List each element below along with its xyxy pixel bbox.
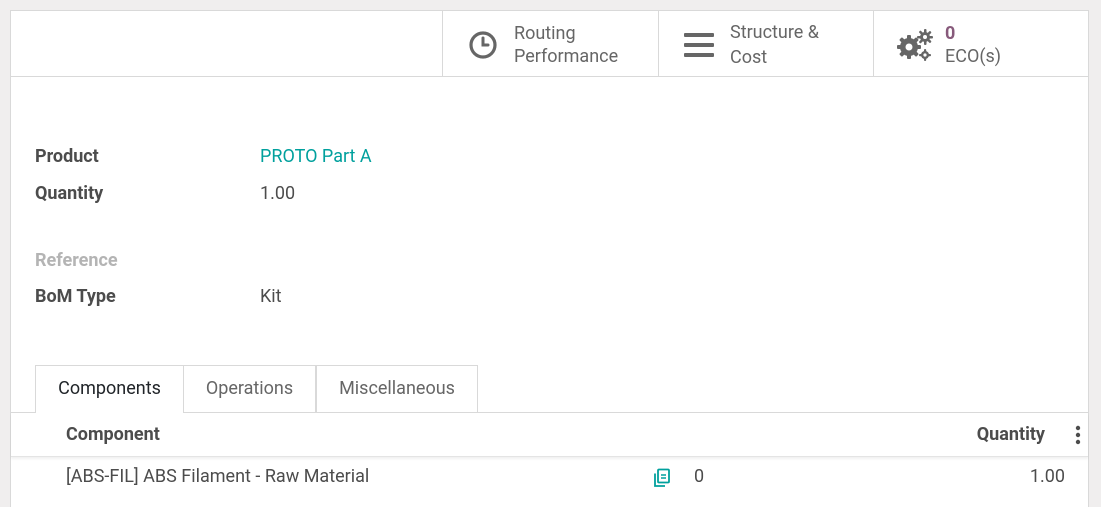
quantity-cell: 1.00 (1029, 466, 1065, 487)
reference-label: Reference (35, 250, 118, 271)
smart-button-box: Routing Performance Structure & Cost 0 E… (11, 11, 1088, 77)
eco-button[interactable]: 0 ECO(s) (873, 11, 1088, 76)
optional-columns-toggle-icon[interactable] (1072, 425, 1084, 445)
column-header-quantity[interactable]: Quantity (977, 423, 1045, 447)
component-name-cell: [ABS-FIL] ABS Filament - Raw Material (66, 466, 370, 487)
form-sheet: Routing Performance Structure & Cost 0 E… (10, 10, 1089, 507)
routing-performance-label-2: Performance (514, 46, 619, 67)
tab-miscellaneous[interactable]: Miscellaneous (316, 365, 478, 412)
forecast-report-icon[interactable] (652, 468, 672, 488)
routing-performance-label-1: Routing (514, 23, 576, 44)
structure-cost-label-1: Structure & (730, 22, 819, 43)
bom-type-value: Kit (260, 286, 282, 307)
components-table-header: Component Quantity (11, 413, 1088, 457)
table-row[interactable]: [ABS-FIL] ABS Filament - Raw Material 0 … (11, 457, 1088, 499)
bom-type-label: BoM Type (35, 286, 116, 307)
available-quantity-cell: 0 (694, 466, 705, 487)
product-label: Product (35, 146, 99, 167)
eco-count: 0 (945, 23, 956, 44)
tab-components[interactable]: Components (35, 365, 184, 413)
product-value[interactable]: PROTO Part A (260, 145, 372, 169)
tab-operations[interactable]: Operations (184, 365, 316, 412)
bars-icon (684, 33, 714, 57)
quantity-label: Quantity (35, 183, 104, 204)
routing-performance-button[interactable]: Routing Performance (442, 11, 658, 76)
clock-icon (469, 31, 497, 59)
structure-cost-button[interactable]: Structure & Cost (658, 11, 873, 76)
notebook-tabs: Components Operations Miscellaneous (11, 365, 1088, 413)
column-header-component[interactable]: Component (66, 423, 160, 447)
eco-label: ECO(s) (945, 46, 1002, 67)
structure-cost-label-2: Cost (730, 47, 768, 68)
quantity-value: 1.00 (260, 183, 296, 204)
gears-icon (897, 29, 933, 61)
